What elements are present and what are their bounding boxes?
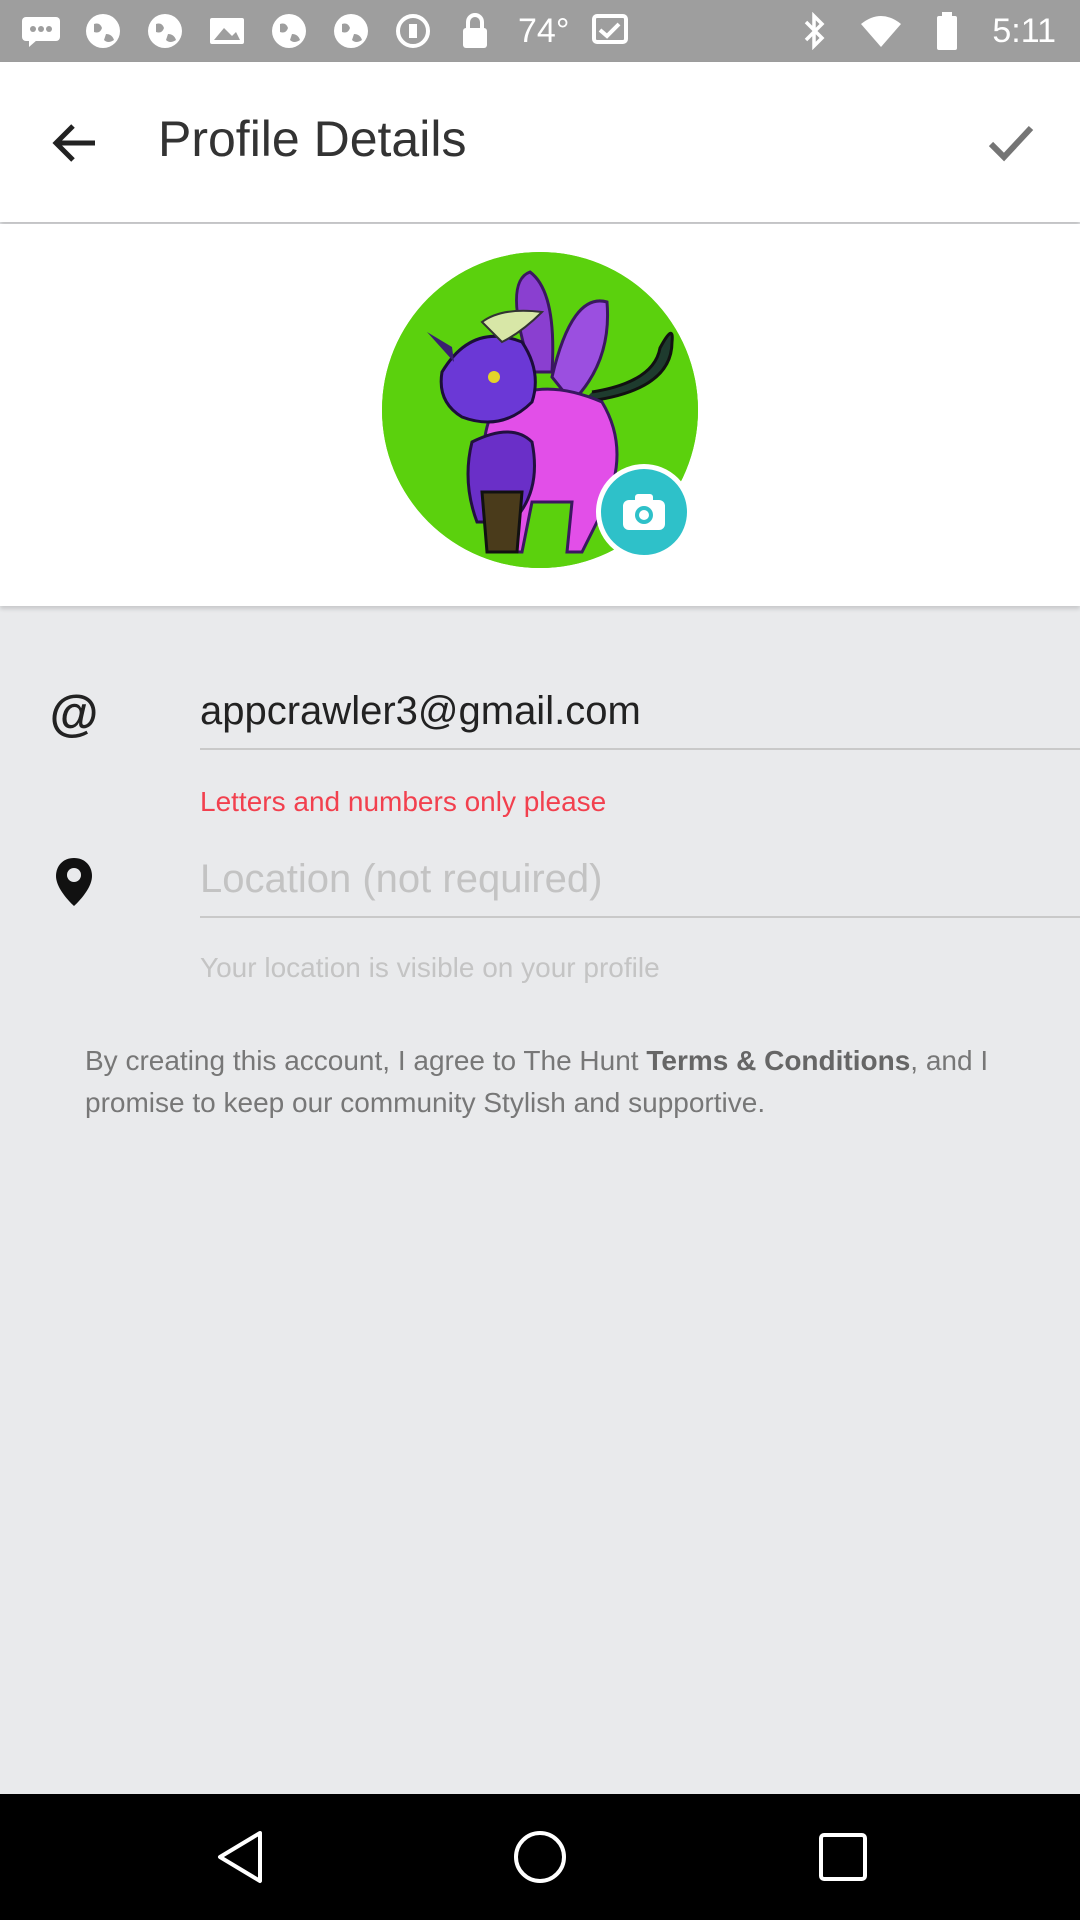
gallery-icon [206, 10, 248, 52]
confirm-button[interactable] [976, 108, 1046, 178]
sync-icon [392, 10, 434, 52]
wifi-icon [860, 10, 902, 52]
globe-icon [268, 10, 310, 52]
lock-icon [454, 10, 496, 52]
nav-recents-button[interactable] [808, 1822, 878, 1892]
checkmark-icon [988, 125, 1034, 162]
email-field[interactable]: appcrawler3@gmail.com [200, 674, 1080, 750]
arrow-back-icon [52, 124, 95, 162]
globe-icon [330, 10, 372, 52]
location-pin-icon [44, 852, 104, 912]
terms-link[interactable]: Terms & Conditions [646, 1045, 910, 1076]
change-photo-button[interactable] [596, 464, 692, 560]
status-bar: 74° 5:11 [0, 0, 1080, 62]
battery-icon [926, 10, 968, 52]
location-hint-text: Your location is visible on your profile [200, 952, 660, 983]
email-icon: @ [49, 685, 99, 741]
globe-icon [82, 10, 124, 52]
messages-icon [20, 10, 62, 52]
avatar-section [0, 224, 1080, 606]
email-error-text: Letters and numbers only please [200, 786, 607, 817]
temperature-label: 74° [518, 11, 570, 50]
clock-label: 5:11 [992, 11, 1056, 50]
app-bar: Profile Details [0, 62, 1080, 222]
location-input[interactable]: Location (not required) [200, 842, 1080, 918]
terms-text: By creating this account, I agree to The… [85, 1040, 1060, 1124]
bluetooth-icon [794, 10, 836, 52]
messages-icon [589, 10, 631, 52]
square-recents-icon [819, 1833, 867, 1881]
globe-icon [144, 10, 186, 52]
triangle-back-icon [218, 1831, 262, 1883]
nav-back-button[interactable] [204, 1822, 274, 1892]
nav-home-button[interactable] [505, 1822, 575, 1892]
page-title: Profile Details [158, 111, 467, 167]
back-button[interactable] [40, 108, 110, 178]
circle-home-icon [514, 1831, 566, 1883]
camera-icon [623, 494, 665, 530]
terms-prefix: By creating this account, I agree to The… [85, 1045, 647, 1076]
navigation-bar [0, 1794, 1080, 1920]
